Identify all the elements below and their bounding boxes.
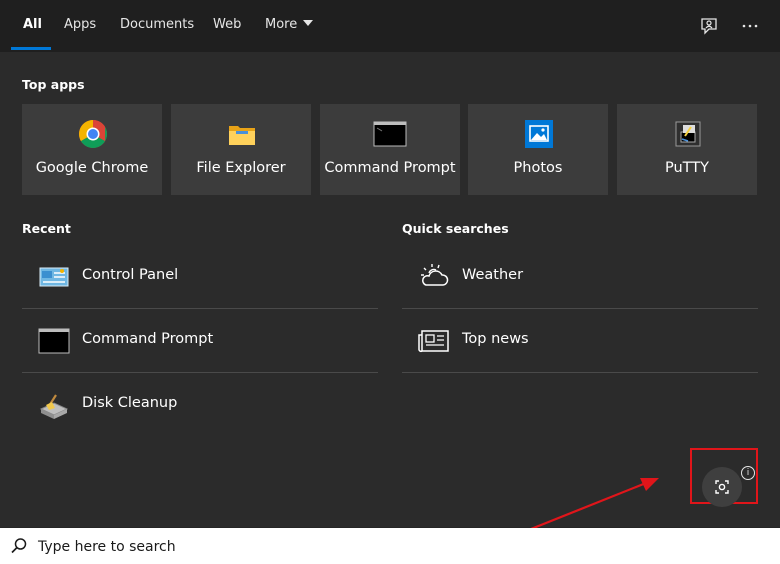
more-options-icon[interactable]: [738, 14, 762, 38]
divider: [22, 308, 378, 309]
tab-more[interactable]: More: [265, 17, 314, 32]
chevron-down-icon: [303, 19, 314, 26]
recent-item-control-panel[interactable]: Control Panel: [22, 249, 378, 305]
visual-search-button[interactable]: [702, 467, 742, 507]
quick-search-top-news[interactable]: Top news: [402, 313, 758, 369]
folder-icon: [227, 119, 257, 149]
app-tile-putty[interactable]: PuTTY: [617, 104, 757, 195]
terminal-icon: [373, 119, 407, 149]
app-tile-command-prompt[interactable]: Command Prompt: [320, 104, 460, 195]
quick-search-label: Weather: [462, 267, 524, 283]
divider: [402, 372, 758, 373]
control-panel-icon: [38, 261, 70, 293]
tab-documents[interactable]: Documents: [120, 17, 194, 32]
app-tile-label: Photos: [513, 160, 563, 176]
divider: [402, 308, 758, 309]
terminal-icon: [38, 325, 70, 357]
taskbar-search-box[interactable]: Type here to search: [0, 528, 780, 564]
tab-apps[interactable]: Apps: [64, 17, 96, 32]
app-tile-label: PuTTY: [665, 160, 709, 176]
recent-item-label: Control Panel: [82, 267, 179, 283]
putty-icon: [673, 119, 703, 149]
recent-item-disk-cleanup[interactable]: Disk Cleanup: [22, 377, 378, 433]
app-tile-photos[interactable]: Photos: [468, 104, 608, 195]
app-tile-file-explorer[interactable]: File Explorer: [171, 104, 311, 195]
recent-item-label: Command Prompt: [82, 331, 214, 347]
filter-tab-bar: All Apps Documents Web More: [0, 0, 780, 52]
info-icon[interactable]: i: [741, 466, 755, 480]
photos-icon: [524, 119, 554, 149]
news-icon: [418, 325, 450, 357]
divider: [22, 372, 378, 373]
search-icon: [10, 537, 28, 555]
camera-scan-icon: [715, 480, 729, 494]
feedback-icon[interactable]: [697, 14, 721, 38]
quick-search-weather[interactable]: Weather: [402, 249, 758, 305]
app-tile-label: File Explorer: [196, 160, 286, 176]
app-tile-google-chrome[interactable]: Google Chrome: [22, 104, 162, 195]
top-apps-title: Top apps: [22, 77, 85, 92]
search-input[interactable]: Type here to search: [38, 539, 176, 555]
weather-icon: [418, 261, 450, 293]
tab-all[interactable]: All: [23, 17, 42, 32]
active-tab-indicator: [11, 47, 51, 50]
recent-title: Recent: [22, 221, 71, 236]
app-tile-label: Google Chrome: [35, 160, 149, 176]
quick-search-label: Top news: [462, 331, 529, 347]
chrome-icon: [78, 119, 108, 149]
disk-cleanup-icon: [38, 389, 70, 421]
tab-more-label: More: [265, 17, 298, 32]
app-tile-label: Command Prompt: [324, 160, 456, 176]
tab-web[interactable]: Web: [213, 17, 241, 32]
recent-item-command-prompt[interactable]: Command Prompt: [22, 313, 378, 369]
quick-searches-title: Quick searches: [402, 221, 509, 236]
recent-item-label: Disk Cleanup: [82, 395, 178, 411]
